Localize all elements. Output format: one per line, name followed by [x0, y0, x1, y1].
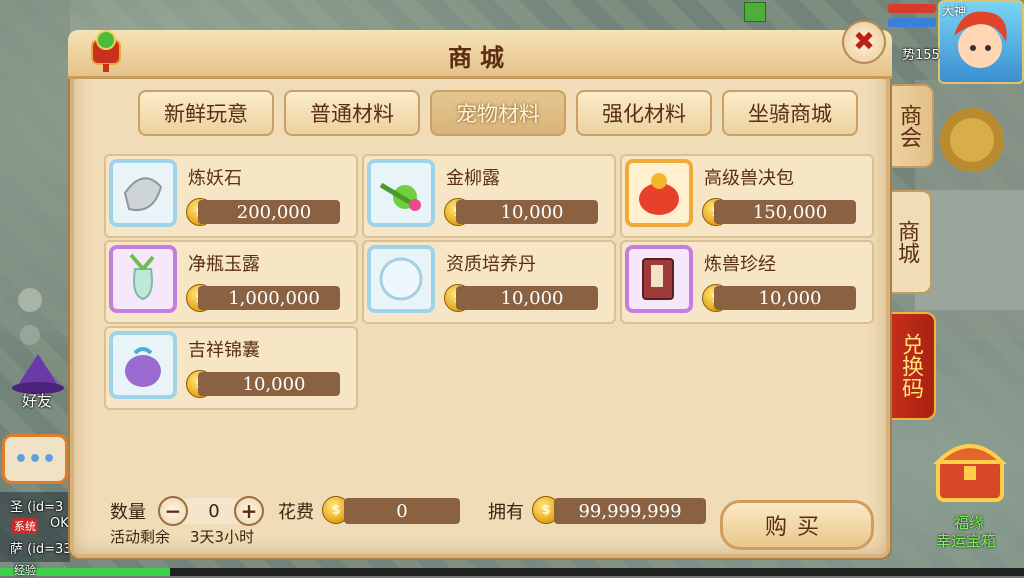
tab-fresh-items[interactable]: 新鲜玩意	[138, 90, 274, 136]
close-icon: ✖	[853, 27, 875, 57]
wizard-hat-icon	[12, 354, 64, 394]
owned-value: 99,999,999	[554, 498, 706, 524]
tab-label: 新鲜玩意	[164, 102, 248, 126]
jade-vase-icon	[109, 245, 177, 313]
item-price: 10,000	[456, 286, 598, 310]
player-avatar[interactable]: 大神	[938, 0, 1024, 84]
shop-item[interactable]: 资质培养丹 $ 10,000	[362, 240, 616, 324]
chat-badge: 系统	[12, 518, 38, 534]
item-price: 10,000	[714, 286, 856, 310]
buff-icon[interactable]	[744, 2, 766, 22]
treasure-chest-icon	[933, 444, 1007, 502]
lucky-bag-icon	[625, 159, 693, 227]
mp-bar	[888, 18, 936, 27]
buy-label: 购买	[764, 515, 829, 540]
item-price: 1,000,000	[198, 286, 340, 310]
tab-label: 强化材料	[602, 102, 686, 126]
item-price: 10,000	[456, 200, 598, 224]
shop-item[interactable]: 炼妖石 $ 200,000	[104, 154, 358, 238]
cost-label: 花费	[278, 502, 314, 523]
tab-pet-materials[interactable]: 宠物材料	[430, 90, 566, 136]
side-tab-label: 商会	[896, 104, 921, 148]
plus-icon: +	[240, 499, 258, 523]
chat-line-1: 圣 (id=3	[10, 500, 64, 515]
shop-item[interactable]: 高级兽决包 $ 150,000	[620, 154, 874, 238]
silver-stone-icon	[109, 159, 177, 227]
item-price: 200,000	[198, 200, 340, 224]
cost-value: 0	[344, 498, 460, 524]
tab-label: 普通材料	[310, 102, 394, 126]
mall-panel: 商城 ✖ 新鲜玩意 普通材料 宠物材料 强化材料 坐骑商城 炼妖石 $ 200,…	[68, 20, 892, 558]
shop-item[interactable]: 金柳露 $ 10,000	[362, 154, 616, 238]
friend-button[interactable]: 好友	[10, 350, 66, 410]
friend-label: 好友	[22, 392, 53, 410]
close-button[interactable]: ✖	[842, 20, 886, 64]
item-price: 10,000	[198, 372, 340, 396]
snow-pearl-icon	[367, 245, 435, 313]
hp-bar	[888, 4, 936, 13]
quantity-label: 数量	[110, 502, 146, 523]
chat-dots-icon: •••	[13, 446, 57, 472]
tab-enhance-materials[interactable]: 强化材料	[576, 90, 712, 136]
panel-title-bar: 商城 ✖	[68, 20, 892, 79]
tab-mount-shop[interactable]: 坐骑商城	[722, 90, 858, 136]
remaining-value: 3天3小时	[190, 528, 255, 546]
chat-line-3: 萨 (id=33	[10, 542, 72, 557]
item-name: 净瓶玉露	[188, 254, 260, 275]
item-name: 金柳露	[446, 168, 500, 189]
pouch-icon	[109, 331, 177, 399]
panel-title: 商城	[448, 44, 512, 72]
chest-label-2: 幸运宝箱	[936, 532, 997, 550]
shop-item[interactable]: 炼兽珍经 $ 10,000	[620, 240, 874, 324]
remaining-label: 活动剩余	[110, 528, 171, 546]
shop-item[interactable]: 吉祥锦囊 $ 10,000	[104, 326, 358, 410]
buy-button[interactable]: 购买	[720, 500, 874, 550]
item-name: 炼妖石	[188, 168, 242, 189]
tab-common-materials[interactable]: 普通材料	[284, 90, 420, 136]
item-name: 炼兽珍经	[704, 254, 776, 275]
green-fruit-icon	[367, 159, 435, 227]
scripture-book-icon	[625, 245, 693, 313]
tab-label: 坐骑商城	[748, 102, 832, 126]
side-tab-label: 商城	[894, 220, 919, 264]
exp-bar	[0, 568, 1024, 576]
item-name: 高级兽决包	[704, 168, 794, 189]
item-price: 150,000	[714, 200, 856, 224]
tab-label: 宠物材料	[456, 102, 540, 126]
increase-button[interactable]: +	[234, 496, 264, 526]
item-name: 资质培养丹	[446, 254, 536, 275]
lucky-chest-button[interactable]: 福缘 幸运宝箱	[930, 430, 1020, 550]
decrease-button[interactable]: −	[158, 496, 188, 526]
item-name: 吉祥锦囊	[188, 340, 260, 361]
shop-item[interactable]: 净瓶玉露 $ 1,000,000	[104, 240, 358, 324]
side-tab-redeem-code[interactable]: 兑换码	[884, 312, 936, 420]
minus-icon: −	[164, 499, 182, 523]
avatar-badge: 大神	[942, 4, 967, 18]
owned-label: 拥有	[488, 502, 524, 523]
chat-button[interactable]: •••	[2, 434, 68, 484]
level-text: 势155	[902, 48, 940, 63]
side-tab-label: 兑换码	[898, 333, 923, 399]
